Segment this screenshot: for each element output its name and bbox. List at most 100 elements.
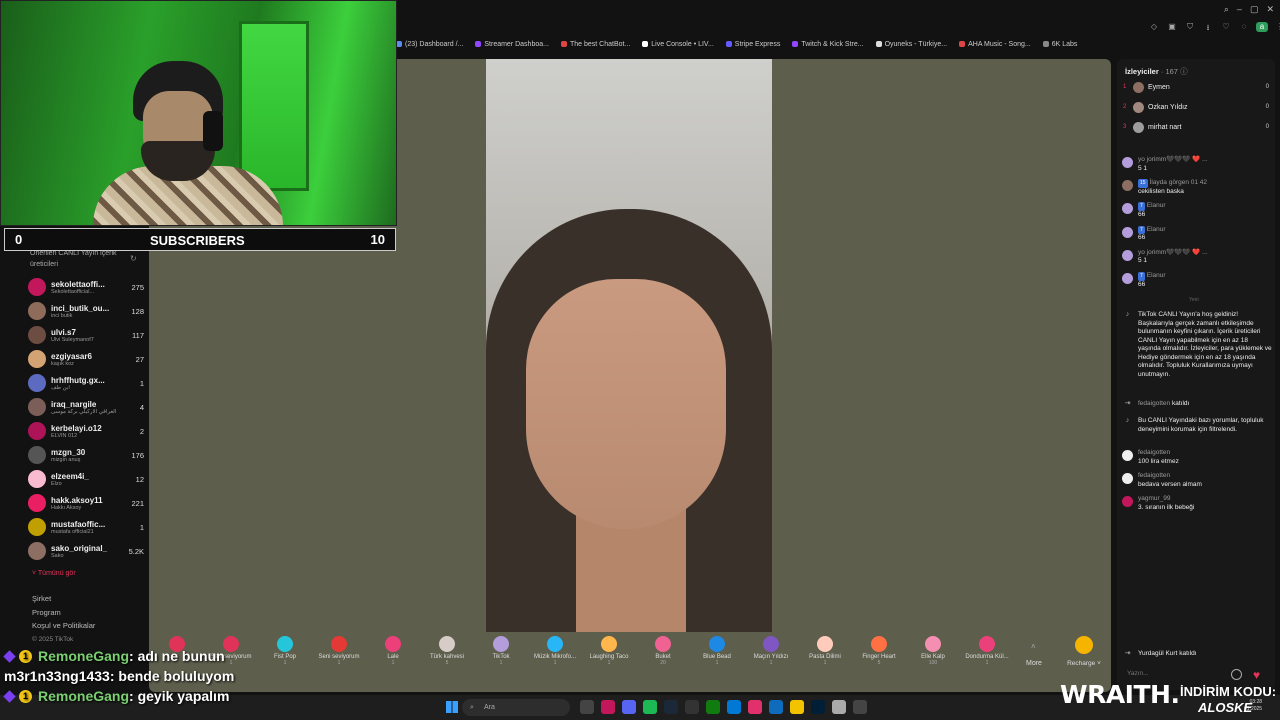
chat-username[interactable]: yo jorimm🖤🖤🖤 ❤️ ... — [1138, 156, 1208, 163]
chat-username[interactable]: yo jorimm🖤🖤🖤 ❤️ ... — [1138, 249, 1208, 256]
top-viewer-row[interactable]: 2 Ozkan Yıldız 0 — [1123, 100, 1269, 114]
bookmark-item[interactable]: The best ChatBot... — [560, 41, 630, 48]
avatar[interactable] — [1122, 157, 1133, 168]
bookmark-item[interactable]: Stripe Express — [725, 41, 780, 48]
avatar[interactable] — [1122, 226, 1133, 238]
bookmark-item[interactable]: 6K Labs — [1042, 41, 1077, 48]
gift-item[interactable]: Müzik Mikrofo... 1 — [528, 636, 582, 666]
top-viewer-row[interactable]: 1 Eymen 0 — [1123, 80, 1269, 94]
chat-username[interactable]: Elanur — [1147, 202, 1166, 209]
taskbar-search[interactable]: ⌕ Ara — [462, 699, 570, 716]
app-icon[interactable] — [727, 700, 741, 714]
app-icon[interactable] — [685, 700, 699, 714]
info-icon[interactable]: ⓘ — [1180, 67, 1188, 76]
search-icon[interactable]: ⌕ — [1224, 4, 1229, 15]
gift-item[interactable]: Pasta Dilimi 1 — [798, 636, 852, 666]
creator-item[interactable]: sekolettaoffi... Sekolettaofficial... 275 — [28, 276, 144, 298]
discord-icon[interactable] — [622, 700, 636, 714]
creator-item[interactable]: kerbelayi.o12 ELVIN 012 2 — [28, 420, 144, 442]
chat-username[interactable]: Elanur — [1147, 226, 1166, 233]
steam-icon[interactable] — [664, 700, 678, 714]
bookmark-item[interactable]: Live Console • LIV... — [642, 41, 714, 48]
footer-link[interactable]: Şirket — [32, 592, 95, 606]
refresh-icon[interactable]: ↻ — [130, 254, 137, 263]
bookmark-item[interactable]: AHA Music - Song... — [959, 41, 1031, 48]
join-user[interactable]: Yurdagül Kurt — [1138, 650, 1177, 657]
gift-item[interactable]: TikTok 1 — [474, 636, 528, 666]
close-icon[interactable]: ✕ — [1266, 4, 1274, 15]
chat-username[interactable]: fedaigotten — [1138, 449, 1179, 458]
bookmark-item[interactable]: Oyuneks - Türkiye... — [875, 41, 947, 48]
creator-item[interactable]: mzgn_30 mizgin anuş 176 — [28, 444, 144, 466]
app-icon[interactable] — [832, 700, 846, 714]
bookmark-item[interactable]: Twitch & Kick Stre... — [792, 41, 864, 48]
bookmark-icon[interactable]: ◇ — [1148, 22, 1160, 32]
bookmark-item[interactable]: (23) Dashboard /... — [396, 41, 463, 48]
windows-start-icon[interactable] — [446, 701, 458, 713]
join-user[interactable]: fedaigotten — [1138, 400, 1170, 407]
chat-username[interactable]: fedaigotten — [1138, 472, 1202, 481]
creator-item[interactable]: ulvi.s7 Ulvi Suleymanof7 117 — [28, 324, 144, 346]
live-video[interactable] — [486, 59, 772, 632]
chat-input[interactable]: Yazın... — [1127, 670, 1149, 677]
creator-item[interactable]: inci_butik_ou... inci butik 128 — [28, 300, 144, 322]
gift-item[interactable]: Türk kahvesi 5 — [420, 636, 474, 666]
recharge-button[interactable]: Recharge ˅ — [1066, 636, 1102, 667]
top-viewer-row[interactable]: 3 mirhat nart 0 — [1123, 120, 1269, 134]
gift-item[interactable]: Maçın Yıldızı 1 — [744, 636, 798, 666]
avatar[interactable] — [1122, 180, 1133, 192]
xbox-icon[interactable] — [706, 700, 720, 714]
profile-icon[interactable]: a — [1256, 22, 1268, 32]
minimize-icon[interactable]: – — [1237, 4, 1242, 15]
gift-item[interactable]: Lale 1 — [366, 636, 420, 666]
avatar[interactable] — [1122, 273, 1133, 284]
gift-item[interactable]: Buket 20 — [636, 636, 690, 666]
chrome-icon[interactable] — [853, 700, 867, 714]
gift-item[interactable]: Dondurma Kül... 1 — [960, 636, 1014, 666]
gift-item[interactable]: Fist Pop 1 — [258, 636, 312, 666]
avatar[interactable] — [1122, 249, 1133, 261]
creator-item[interactable]: iraq_nargile العراقي الأركيلي بركة موسى 4 — [28, 396, 144, 418]
chat-username[interactable]: Elanur — [1147, 272, 1166, 279]
gift-item[interactable]: Blue Bead 1 — [690, 636, 744, 666]
creator-item[interactable]: mustafaoffic... mustafa official21 1 — [28, 516, 144, 538]
viewers-header[interactable]: İzleyiciler · 167 ⓘ — [1125, 66, 1188, 77]
creator-item[interactable]: ezgiyasar6 kaşık koz 27 — [28, 348, 144, 370]
gift-item[interactable]: Elle Kalp 100 — [906, 636, 960, 666]
folder-icon[interactable] — [790, 700, 804, 714]
creator-item[interactable]: sako_original_ Sako 5.2K — [28, 540, 144, 562]
creator-item[interactable]: elzeem4i_ Elzo 12 — [28, 468, 144, 490]
task-view-icon[interactable] — [580, 700, 594, 714]
extension-icon[interactable]: ▣ — [1166, 22, 1178, 32]
gift-item[interactable]: Laughing Taco 1 — [582, 636, 636, 666]
avatar[interactable] — [1122, 473, 1133, 484]
avatar[interactable] — [1122, 496, 1133, 507]
gift-item[interactable]: Seni seviyorum 1 — [312, 636, 366, 666]
avatar[interactable] — [1122, 203, 1133, 215]
bookmark-item[interactable]: Streamer Dashboa... — [475, 41, 549, 48]
download-icon[interactable]: ⭳ — [1202, 22, 1214, 32]
chat-username[interactable]: yagmur_99 — [1138, 495, 1194, 504]
app-icon[interactable] — [601, 700, 615, 714]
footer-link[interactable]: Koşul ve Politikalar — [32, 619, 95, 633]
instagram-icon[interactable] — [748, 700, 762, 714]
maximize-icon[interactable]: ▢ — [1250, 4, 1259, 15]
shield-icon[interactable]: ⛉ — [1184, 22, 1196, 32]
emoji-icon[interactable] — [1231, 669, 1242, 680]
heart-icon[interactable]: ♡ — [1220, 22, 1232, 32]
creator-item[interactable]: hrhffhutg.gx... ابن طف 1 — [28, 372, 144, 394]
edge-icon[interactable] — [769, 700, 783, 714]
footer-link[interactable]: Program — [32, 606, 95, 620]
creator-item[interactable]: hakk.aksoy11 Hakkı Aksoy 221 — [28, 492, 144, 514]
photoshop-icon[interactable] — [811, 700, 825, 714]
menu-icon[interactable]: ⋮ — [1274, 22, 1280, 32]
chevron-up-icon[interactable]: ˄ — [1031, 642, 1036, 651]
gifts-more-button[interactable]: More — [1026, 660, 1042, 667]
show-all-link[interactable]: ˅ Tümünü gör — [32, 570, 76, 577]
system-clock[interactable]: 03:28 01.2025 — [1244, 699, 1262, 713]
gift-item[interactable]: Finger Heart 5 — [852, 636, 906, 666]
avatar[interactable] — [1122, 450, 1133, 461]
chat-icon[interactable]: ◌ — [1238, 22, 1250, 32]
spotify-icon[interactable] — [643, 700, 657, 714]
chat-username[interactable]: İlayda görgen 01 42 — [1150, 179, 1207, 186]
